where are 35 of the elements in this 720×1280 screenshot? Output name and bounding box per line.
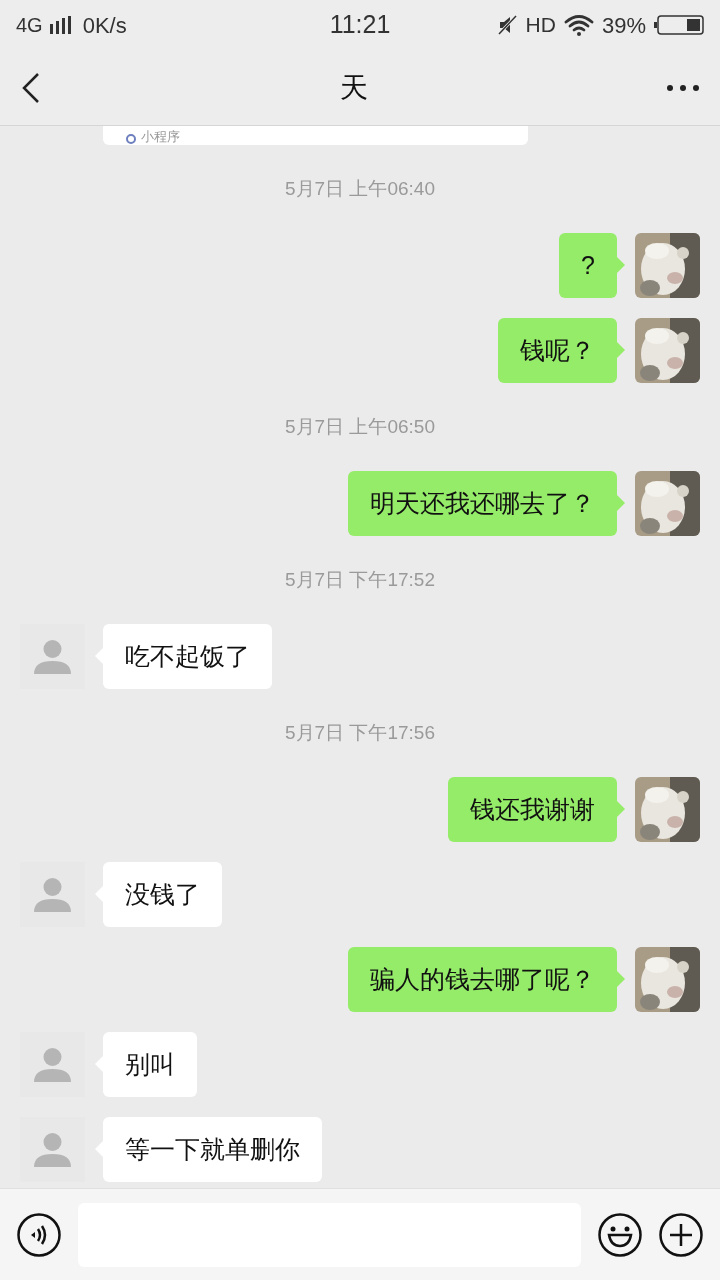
message-bubble[interactable]: 钱呢？ [498,318,617,383]
back-icon[interactable] [20,71,42,104]
message-bubble[interactable]: 别叫 [103,1032,197,1097]
message-bubble[interactable]: 吃不起饭了 [103,624,272,689]
message-bubble[interactable]: 没钱了 [103,862,222,927]
network-type: 4G [16,13,43,38]
voice-icon[interactable] [17,1212,61,1257]
emoji-icon[interactable] [598,1212,642,1257]
clock: 11:21 [329,9,391,41]
bubble-tail [617,257,625,273]
timestamp: 5月7日 下午17:52 [285,568,435,592]
bubble-tail [617,342,625,358]
message-bubble[interactable]: 明天还我还哪去了？ [348,471,617,536]
chat-title: 天 [340,70,368,105]
message-bubble[interactable]: 骗人的钱去哪了呢？ [348,947,617,1012]
mute-icon [497,15,518,35]
bubble-tail [617,971,625,987]
battery-icon [654,15,704,35]
message-bubble[interactable]: 等一下就单删你 [103,1117,322,1182]
timestamp: 5月7日 下午17:56 [285,721,435,745]
mini-program-icon [125,133,137,145]
battery-percent: 39% [601,11,646,40]
timestamp: 5月7日 上午06:40 [285,177,435,201]
timestamp: 5月7日 上午06:50 [285,415,435,439]
wifi-icon [563,14,594,36]
more-icon[interactable] [666,82,700,93]
add-icon[interactable] [659,1212,703,1257]
bubble-tail [617,801,625,817]
card-label: 小程序 [141,129,180,145]
hd-indicator: HD [525,12,556,39]
network-speed: 0K/s [82,11,127,40]
signal-icon [48,16,73,34]
message-bubble[interactable]: ? [559,233,617,298]
message-bubble[interactable]: 钱还我谢谢 [448,777,617,842]
bubble-tail [617,495,625,511]
